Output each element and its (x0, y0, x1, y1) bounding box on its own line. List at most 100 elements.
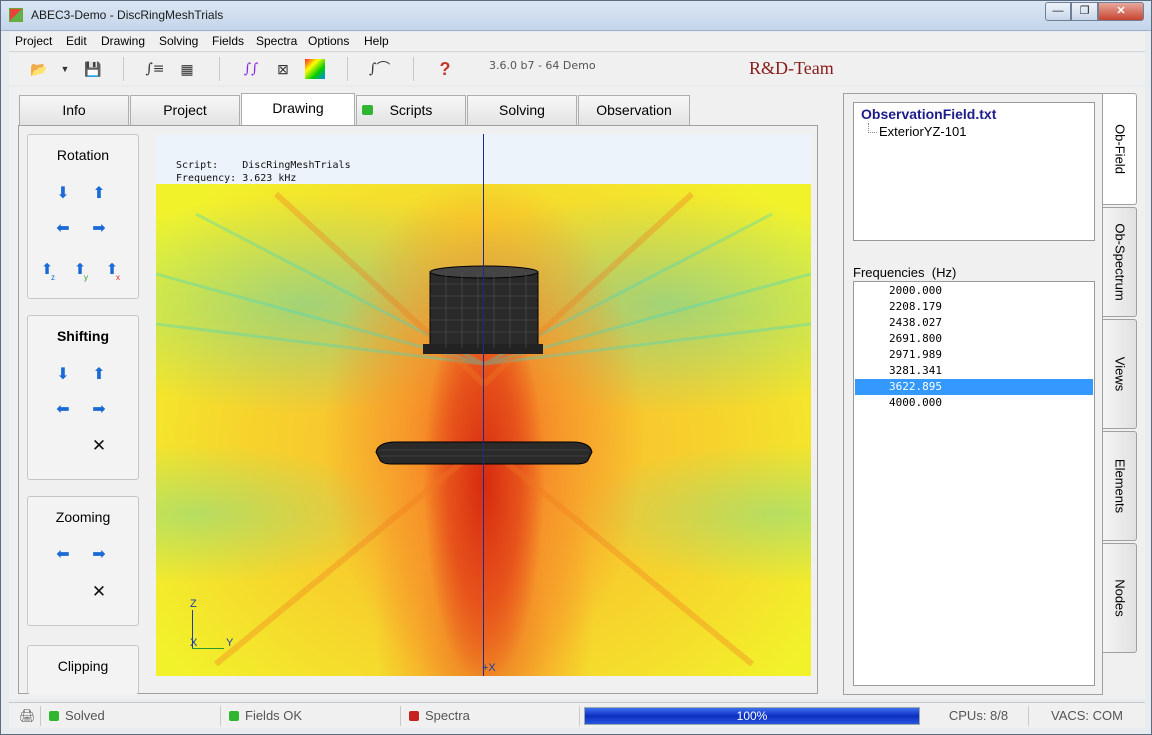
spectra-script-icon[interactable]: ∫⌒ (369, 59, 390, 79)
tab-observation[interactable]: Observation (578, 95, 690, 125)
side-tab-ob-spectrum[interactable]: Ob-Spectrum (1103, 207, 1137, 317)
tab-project[interactable]: Project (130, 95, 240, 125)
y-axis-subscript: y (84, 273, 88, 282)
shift-reset-icon[interactable]: ✕ (90, 437, 108, 455)
z-axis-subscript: z (51, 273, 55, 282)
shifting-title: Shifting (56, 328, 110, 344)
tree-connector (868, 123, 877, 133)
tab-scripts[interactable]: Scripts (356, 95, 466, 125)
dropdown-arrow-icon[interactable]: ▼ (55, 59, 75, 79)
maximize-button[interactable]: ❐ (1071, 2, 1098, 21)
side-tab-nodes[interactable]: Nodes (1103, 543, 1137, 653)
side-tab-label: Views (1112, 356, 1127, 392)
drawing-canvas[interactable]: Script: DiscRingMeshTrials Frequency: 3.… (156, 134, 811, 676)
help-icon[interactable]: ? (435, 59, 455, 79)
rotation-title: Rotation (56, 147, 110, 163)
status-log-icon[interactable]: 🖨 (19, 706, 36, 726)
axis-triad: Z X Y (190, 598, 250, 654)
spectra-indicator-icon (409, 711, 419, 721)
rotate-down-arrow-icon[interactable]: ⬇ (54, 185, 72, 203)
solved-indicator-icon (49, 711, 59, 721)
status-spectra-label: Spectra (425, 708, 470, 723)
list-item[interactable]: 2691.800 (855, 331, 1093, 347)
menu-help[interactable]: Help (364, 34, 389, 48)
side-tab-views[interactable]: Views (1103, 319, 1137, 429)
progress-bar: 100% (584, 707, 920, 725)
clipping-title: Clipping (57, 658, 109, 674)
status-fields-label: Fields OK (245, 708, 303, 723)
axis-z-label: Z (190, 598, 197, 610)
rotate-left-arrow-icon[interactable]: ⬅ (54, 220, 72, 238)
shift-down-arrow-icon[interactable]: ⬇ (54, 366, 72, 384)
menu-drawing[interactable]: Drawing (101, 34, 145, 48)
clipping-group[interactable]: Clipping (27, 645, 139, 694)
version-label: 3.6.0 b7 - 64 Demo (489, 59, 596, 72)
observation-panel: ObservationField.txt ExteriorYZ-101 Freq… (843, 93, 1103, 695)
list-item[interactable]: 2971.989 (855, 347, 1093, 363)
fields-indicator-icon (229, 711, 239, 721)
tab-solving[interactable]: Solving (467, 95, 577, 125)
observation-tree[interactable]: ObservationField.txt ExteriorYZ-101 (853, 102, 1095, 241)
list-item[interactable]: 3281.341 (855, 363, 1093, 379)
mesh-view-icon[interactable]: ⊠ (273, 59, 293, 79)
menu-options[interactable]: Options (308, 34, 349, 48)
frequencies-label: Frequencies (Hz) (853, 265, 957, 280)
menu-solving[interactable]: Solving (159, 34, 198, 48)
shift-right-arrow-icon[interactable]: ➡ (90, 401, 108, 419)
side-tab-label: Nodes (1112, 579, 1127, 617)
title-bar: ABEC3-Demo - DiscRingMeshTrials — ❐ ✕ (1, 1, 1151, 31)
status-solved: Solved (45, 706, 221, 726)
zoom-in-arrow-icon[interactable]: ➡ (90, 546, 108, 564)
list-item[interactable]: 2438.027 (855, 315, 1093, 331)
menu-spectra[interactable]: Spectra (256, 34, 297, 48)
side-tab-label: Elements (1112, 458, 1127, 514)
close-button[interactable]: ✕ (1098, 2, 1144, 21)
shift-left-arrow-icon[interactable]: ⬅ (54, 401, 72, 419)
status-vacs: VACS: COM (1051, 708, 1123, 723)
rotate-up-arrow-icon[interactable]: ⬆ (90, 185, 108, 203)
list-item[interactable]: 2208.179 (855, 299, 1093, 315)
zoom-reset-icon[interactable]: ✕ (90, 583, 108, 601)
drawing-panel: Rotation ⬇ ⬆ ⬅ ➡ ⬆ z ⬆ y ⬆ x Shifting ⬇ … (18, 125, 818, 694)
field-script-icon[interactable]: ∫∫ (241, 59, 261, 79)
status-bar: 🖨 Solved Fields OK Spectra 100% CPUs: 8/… (9, 702, 1145, 728)
mesh-icon[interactable]: ▦ (177, 59, 197, 79)
status-cpus: CPUs: 8/8 (929, 706, 1029, 726)
status-icon-cell: 🖨 (11, 706, 41, 726)
menu-project[interactable]: Project (15, 34, 52, 48)
tab-info[interactable]: Info (19, 95, 129, 125)
script-list-icon[interactable]: ∫≡ (145, 59, 165, 79)
axis-bottom-marker: +X (482, 662, 496, 674)
zooming-group: Zooming ⬅ ➡ ✕ (27, 496, 139, 626)
rotate-right-arrow-icon[interactable]: ➡ (90, 220, 108, 238)
progress-text: 100% (736, 709, 768, 723)
open-folder-icon[interactable]: 📂 (29, 59, 49, 79)
tab-scripts-label: Scripts (389, 102, 433, 118)
shifting-group: Shifting ⬇ ⬆ ⬅ ➡ ✕ (27, 315, 139, 480)
minimize-button[interactable]: — (1045, 2, 1071, 21)
tab-drawing[interactable]: Drawing (241, 93, 355, 126)
menu-fields[interactable]: Fields (212, 34, 244, 48)
menu-edit[interactable]: Edit (66, 34, 87, 48)
side-tab-ob-field[interactable]: Ob-Field (1103, 93, 1137, 205)
observation-file-node[interactable]: ObservationField.txt (861, 106, 996, 122)
status-fields: Fields OK (225, 706, 401, 726)
observation-child-node[interactable]: ExteriorYZ-101 (879, 124, 966, 139)
main-area: Info Project Drawing Scripts Solving Obs… (9, 87, 1145, 699)
side-tab-elements[interactable]: Elements (1103, 431, 1137, 541)
side-tab-label: Ob-Field (1112, 124, 1127, 174)
frequency-list[interactable]: 2000.000 2208.179 2438.027 2691.800 2971… (853, 281, 1095, 686)
app-window: ABEC3-Demo - DiscRingMeshTrials — ❐ ✕ Pr… (0, 0, 1152, 735)
colormap-icon[interactable] (305, 59, 325, 79)
list-item[interactable]: 4000.000 (855, 395, 1093, 411)
shift-up-arrow-icon[interactable]: ⬆ (90, 366, 108, 384)
save-icon[interactable]: 💾 (83, 59, 103, 79)
center-axis-line (483, 134, 484, 676)
zoom-out-arrow-icon[interactable]: ⬅ (54, 546, 72, 564)
list-item[interactable]: 2000.000 (855, 283, 1093, 299)
rotation-group: Rotation ⬇ ⬆ ⬅ ➡ ⬆ z ⬆ y ⬆ x (27, 134, 139, 299)
x-axis-subscript: x (116, 273, 120, 282)
script-name-line: Script: DiscRingMeshTrials (176, 160, 351, 171)
toolbar-separator (123, 57, 124, 81)
list-item-selected[interactable]: 3622.895 (855, 379, 1093, 395)
